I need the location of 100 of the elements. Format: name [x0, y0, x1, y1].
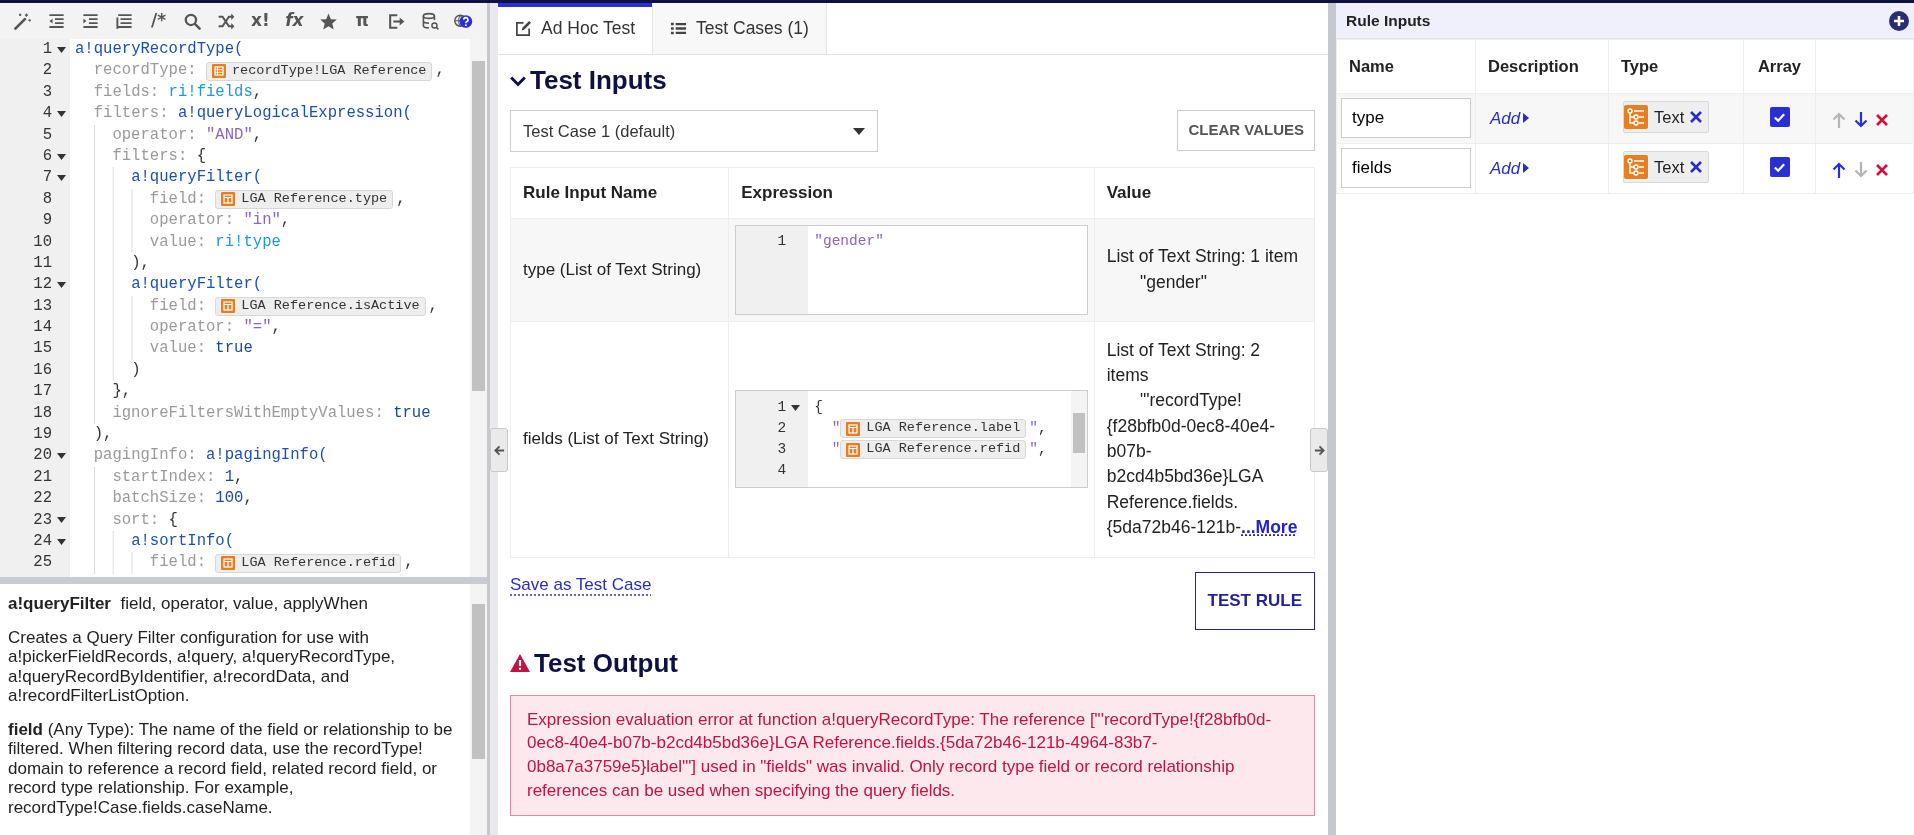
expression-editor[interactable]: 1 2 3 4 { " LGA Reference.label ", " LGA Reference.refid ", — [735, 390, 1088, 488]
code-text: ", — [1029, 418, 1047, 438]
code-text: filters: a!queryLogicalExpression( — [93, 103, 412, 125]
line-number: 4 — [41, 103, 52, 125]
toolbar-button[interactable]: x! — [243, 7, 278, 35]
code-text: a!queryFilter( — [131, 167, 263, 189]
help-paragraph: Creates a Query Filter configuration for use with a!pickerFieldRecords, a!query, a!queryRecordType, a!queryRecordByIdentifier, a!recordData, and a!recordFilterListOption. — [8, 627, 397, 706]
column-header: Name — [1336, 39, 1476, 94]
clear-values-button[interactable]: CLEAR VALUES — [1177, 110, 1315, 151]
list-icon — [670, 20, 688, 37]
code-text: value: ri!type — [149, 231, 281, 253]
code-text: a!sortInfo( — [131, 531, 235, 552]
code-text: ), — [131, 252, 150, 274]
test-rule-button[interactable]: TEST RULE — [1194, 571, 1315, 630]
line-number: 8 — [41, 188, 52, 210]
fold-caret-icon[interactable] — [57, 517, 66, 524]
toolbar-button[interactable]: /* — [141, 7, 176, 35]
scrollbar[interactable] — [470, 39, 487, 577]
shuffle-icon[interactable] — [217, 11, 236, 31]
code-text: "gender" — [814, 232, 884, 252]
code-text: recordType: — [93, 60, 198, 82]
code-text: ) — [131, 359, 141, 381]
chevron-icon[interactable] — [510, 74, 526, 87]
arrow-up-icon[interactable] — [1832, 161, 1846, 178]
panel-title: Rule Inputs — [1346, 10, 1431, 31]
line-number: 4 — [776, 460, 787, 480]
line-number: 2 — [776, 418, 787, 438]
code-text: filters: { — [112, 145, 206, 167]
column-header: Value — [1094, 167, 1315, 218]
magic-wand-icon[interactable] — [13, 11, 33, 31]
line-number: 20 — [32, 445, 52, 467]
collapse-left-button[interactable] — [490, 428, 508, 472]
remove-icon[interactable] — [1690, 110, 1703, 123]
fold-caret-icon[interactable] — [57, 538, 66, 545]
column-header: Type — [1608, 39, 1744, 94]
fold-caret-icon[interactable] — [57, 282, 66, 288]
scrollbar[interactable] — [1070, 391, 1087, 487]
code-text: field: — [149, 188, 207, 210]
value-item: "gender" — [1138, 270, 1208, 294]
tab[interactable]: Ad Hoc Test — [498, 3, 654, 54]
test-case-dropdown[interactable]: Test Case 1 (default) — [510, 110, 878, 152]
help-icon[interactable] — [454, 11, 474, 31]
name-field[interactable]: fields — [1341, 148, 1471, 189]
name-field[interactable]: type — [1341, 98, 1471, 139]
line-number: 16 — [32, 359, 52, 381]
array-checkbox[interactable] — [1769, 107, 1790, 128]
record-field-icon — [846, 421, 861, 436]
align-left-icon[interactable] — [115, 11, 135, 31]
code-text: " — [831, 418, 841, 438]
database-search-icon[interactable] — [420, 11, 440, 31]
toolbar-button[interactable]: fx — [277, 7, 312, 35]
line-number: 21 — [32, 466, 52, 488]
code-text: a!queryFilter( — [131, 274, 263, 296]
remove-icon[interactable] — [1690, 160, 1703, 173]
star-icon[interactable] — [318, 11, 338, 31]
scrollbar[interactable] — [470, 584, 487, 835]
edit-icon — [515, 20, 532, 37]
add-icon[interactable] — [1889, 10, 1909, 31]
delete-icon[interactable] — [1876, 113, 1888, 126]
line-number: 18 — [32, 402, 52, 424]
add-description-link[interactable]: Add — [1490, 105, 1530, 131]
line-number: 19 — [32, 424, 52, 446]
record-field-chip: LGA Reference.refid — [840, 440, 1027, 459]
search-icon[interactable] — [183, 11, 203, 31]
line-number: 24 — [32, 531, 52, 552]
line-number: 2 — [41, 60, 52, 82]
fold-caret-icon[interactable] — [57, 175, 66, 182]
expression-editor[interactable]: 1 "gender" — [735, 224, 1088, 315]
value-item: "'recordType!{f28bfb0d-0ec8-40e4-b07b-b2cd4b5bd36e}LGA Reference.fields.{5da72b46-121b-...More — [1106, 389, 1299, 540]
code-text: , — [428, 295, 438, 317]
outdent-icon[interactable] — [47, 11, 67, 31]
array-checkbox[interactable] — [1769, 157, 1790, 178]
tab[interactable]: Test Cases (1) — [653, 3, 827, 54]
record-type-icon — [212, 64, 226, 79]
indent-icon[interactable] — [81, 11, 101, 31]
fold-caret-icon[interactable] — [57, 110, 66, 117]
table-cell: type (List of Text String) — [510, 218, 729, 321]
arrow-down-icon[interactable] — [1854, 111, 1868, 128]
fold-caret-icon[interactable] — [57, 153, 66, 160]
code-text: ignoreFiltersWithEmptyValues: true — [112, 402, 431, 424]
save-as-test-case-link[interactable]: Save as Test Case — [510, 571, 652, 597]
function-name: a!queryFilter — [8, 594, 111, 613]
fold-caret-icon[interactable] — [791, 404, 801, 411]
more-link[interactable]: ...More — [1241, 517, 1298, 538]
fold-caret-icon[interactable] — [57, 453, 66, 460]
collapse-right-button[interactable] — [1310, 428, 1328, 472]
line-number: 25 — [32, 552, 52, 574]
code-text: pagingInfo: a!pagingInfo( — [93, 445, 328, 467]
value-summary: List of Text String: 1 item — [1106, 245, 1299, 269]
export-icon[interactable] — [386, 11, 406, 31]
fold-caret-icon[interactable] — [57, 46, 66, 53]
caret-down-icon — [853, 127, 865, 135]
add-description-link[interactable]: Add — [1490, 155, 1530, 181]
delete-icon[interactable] — [1876, 163, 1888, 176]
code-text: { — [814, 397, 823, 417]
code-text: value: true — [149, 338, 253, 360]
line-number: 12 — [32, 274, 52, 296]
line-number: 5 — [41, 124, 52, 146]
line-number: 1 — [776, 397, 787, 417]
toolbar-button[interactable]: π — [345, 7, 380, 35]
